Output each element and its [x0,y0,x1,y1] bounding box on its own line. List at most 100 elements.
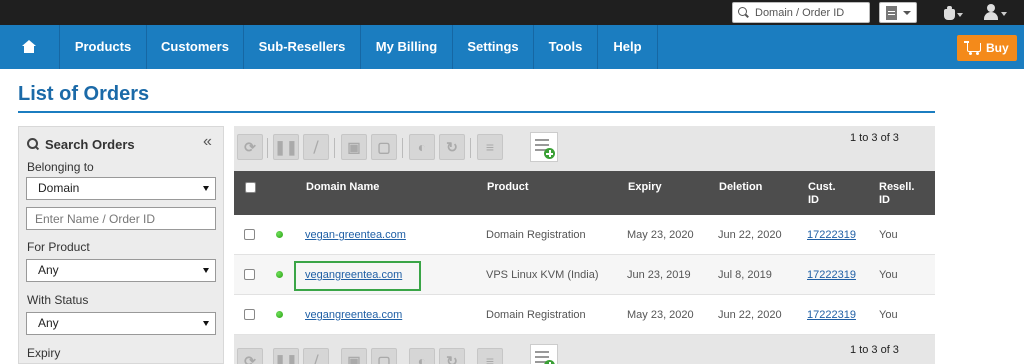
unsuspend-button[interactable]: ⧸ [303,348,329,364]
domain-order-search-input[interactable] [755,6,855,19]
chevron-down-icon [903,11,911,15]
col-cust-id[interactable]: Cust. ID [808,181,836,207]
privacy-button[interactable]: ◐ [409,134,435,160]
unsuspend-button[interactable]: ⧸ [303,134,329,160]
col-resell-id-line2: ID [879,194,890,206]
nav-products[interactable]: Products [60,25,147,69]
row-checkbox[interactable] [244,309,255,320]
col-deletion[interactable]: Deletion [719,181,762,194]
privacy-icon: ◐ [417,139,427,155]
suspend-button[interactable]: ❚❚ [273,134,299,160]
refresh-button[interactable]: ⟳ [237,348,263,364]
orders-toolbar-bottom: ⟳ ❚❚ ⧸ ▣ ▢ ◐ ↻ ≡ 1 to 3 of 3 [234,340,935,364]
for-product-select[interactable]: Any [26,259,216,282]
col-resell-id[interactable]: Resell. ID [879,181,914,207]
privacy-icon: ◐ [417,353,427,364]
for-product-label: For Product [27,240,90,254]
domain-link[interactable]: vegan-greentea.com [305,229,406,241]
transfer-button[interactable]: ↻ [439,134,465,160]
page-title: List of Orders [18,83,150,105]
nav-settings[interactable]: Settings [453,25,534,69]
dropdown-arrow-icon [203,321,209,326]
money-bag-menu-button[interactable] [942,5,963,21]
home-icon [22,40,36,53]
suspend-button[interactable]: ❚❚ [273,348,299,364]
privacy-button[interactable]: ◐ [409,348,435,364]
belonging-to-select[interactable]: Domain [26,177,216,200]
dropdown-arrow-icon [203,268,209,273]
product-cell: VPS Linux KVM (India) [486,269,599,281]
toolbar-divider [402,138,403,158]
toolbar-divider [470,138,471,158]
resell-id-cell: You [879,229,898,241]
add-icon [544,148,555,159]
refresh-icon: ⟳ [244,139,256,155]
buy-button[interactable]: Buy [957,35,1017,61]
nav-customers[interactable]: Customers [147,25,244,69]
dropdown-arrow-icon [203,186,209,191]
nav-my-billing[interactable]: My Billing [361,25,453,69]
cust-id-link[interactable]: 17222319 [807,229,856,241]
orders-toolbar: ⟳ ❚❚ ⧸ ▣ ▢ ◐ ↻ ≡ 1 to 3 of 3 [234,126,935,171]
row-checkbox[interactable] [244,229,255,240]
cust-id-link[interactable]: 17222319 [807,269,856,281]
pause-icon: ❚❚ [274,353,298,364]
resell-id-cell: You [879,309,898,321]
unlock-button[interactable]: ▢ [371,348,397,364]
table-row: vegangreentea.com Domain Registration Ma… [234,295,935,335]
lock-button[interactable]: ▣ [341,348,367,364]
transfer-button[interactable]: ↻ [439,348,465,364]
refresh-button[interactable]: ⟳ [237,134,263,160]
table-row: vegangreentea.com VPS Linux KVM (India) … [234,255,935,295]
buy-label: Buy [986,41,1009,55]
lock-button[interactable]: ▣ [341,134,367,160]
with-status-value: Any [38,316,59,330]
deletion-cell: Jun 22, 2020 [718,229,782,241]
transfer-icon: ↻ [446,139,458,155]
cust-id-link[interactable]: 17222319 [807,309,856,321]
col-domain-name[interactable]: Domain Name [306,181,379,194]
collapse-icon[interactable]: « [203,133,212,151]
expiry-label: Expiry [27,346,61,360]
col-cust-id-line2: ID [808,194,819,206]
for-product-value: Any [38,263,59,277]
expiry-cell: May 23, 2020 [627,229,694,241]
name-order-id-input[interactable] [26,207,216,230]
domain-link[interactable]: vegangreentea.com [305,269,402,281]
status-active-icon [276,271,283,278]
pause-icon: ❚❚ [274,139,298,155]
unlock-button[interactable]: ▢ [371,134,397,160]
edit-list-icon: ≡ [485,139,495,155]
col-expiry[interactable]: Expiry [628,181,662,194]
main-nav: Products Customers Sub-Resellers My Bill… [0,25,1024,69]
col-product[interactable]: Product [487,181,529,194]
select-all-checkbox[interactable] [245,182,256,193]
edit-list-icon: ≡ [485,353,495,364]
expiry-cell: May 23, 2020 [627,309,694,321]
with-status-select[interactable]: Any [26,312,216,335]
title-divider [18,111,935,113]
domain-link[interactable]: vegangreentea.com [305,309,402,321]
orders-panel: ⟳ ❚❚ ⧸ ▣ ▢ ◐ ↻ ≡ 1 to 3 of 3 Domain Name… [234,126,935,364]
add-icon [544,360,555,364]
nav-tools[interactable]: Tools [534,25,598,69]
with-status-label: With Status [27,293,89,307]
user-menu-button[interactable] [984,4,1010,21]
product-cell: Domain Registration [486,309,586,321]
edit-button[interactable]: ≡ [477,348,503,364]
nav-home[interactable] [0,25,60,69]
expiry-cell: Jun 23, 2019 [627,269,691,281]
edit-button[interactable]: ≡ [477,134,503,160]
top-search-box[interactable] [732,2,870,23]
nav-help[interactable]: Help [598,25,658,69]
cart-icon [964,41,981,55]
unlock-icon: ▢ [377,139,391,155]
add-order-button[interactable] [530,344,558,364]
lock-icon: ▣ [347,139,361,155]
document-menu-button[interactable] [879,2,917,23]
row-checkbox[interactable] [244,269,255,280]
add-order-button[interactable] [530,132,558,162]
belonging-to-value: Domain [38,181,80,195]
unlock-icon: ▢ [377,353,391,364]
nav-sub-resellers[interactable]: Sub-Resellers [244,25,361,69]
